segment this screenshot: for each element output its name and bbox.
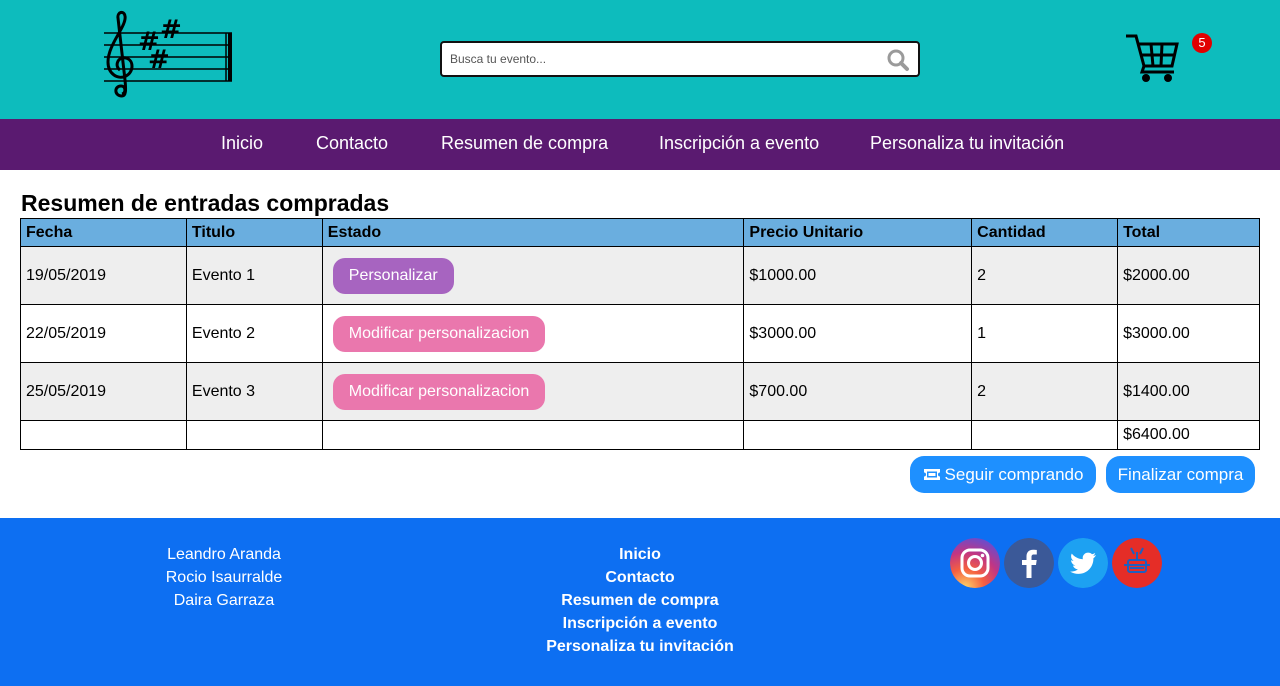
column-header-precio-unitario: Precio Unitario bbox=[743, 218, 973, 247]
empty-cell bbox=[321, 420, 745, 450]
main-nav: Inicio Contacto Resumen de compra Inscri… bbox=[0, 119, 1280, 170]
column-header-cantidad: Cantidad bbox=[971, 218, 1119, 247]
youtube-icon[interactable] bbox=[1112, 538, 1162, 588]
modificar-personalizacion-button[interactable]: Modificar personalizacion bbox=[332, 373, 546, 410]
empty-cell bbox=[971, 420, 1119, 450]
shopping-cart-icon[interactable] bbox=[1124, 32, 1180, 84]
modificar-personalizacion-button[interactable]: Modificar personalizacion bbox=[332, 315, 546, 352]
column-header-titulo: Titulo bbox=[185, 218, 323, 247]
facebook-icon[interactable] bbox=[1004, 538, 1054, 588]
cell-titulo: Evento 3 bbox=[185, 362, 323, 421]
total-row: $6400.00 bbox=[20, 420, 1260, 450]
empty-cell bbox=[743, 420, 973, 450]
finalizar-compra-button[interactable]: Finalizar compra bbox=[1106, 456, 1255, 493]
personalizar-button[interactable]: Personalizar bbox=[332, 257, 454, 294]
author-name: Daira Garraza bbox=[173, 592, 275, 609]
column-header-estado: Estado bbox=[321, 218, 745, 247]
footer-links: Inicio Contacto Resumen de compra Inscri… bbox=[490, 543, 790, 658]
page-title: Resumen de entradas compradas bbox=[21, 190, 390, 216]
cell-total: $1400.00 bbox=[1117, 362, 1260, 421]
footer-link-resumen-de-compra[interactable]: Resumen de compra bbox=[490, 589, 790, 612]
footer-link-inicio[interactable]: Inicio bbox=[490, 543, 790, 566]
ticket-icon bbox=[923, 468, 940, 480]
twitter-icon[interactable] bbox=[1058, 538, 1108, 588]
cell-cantidad: 1 bbox=[971, 304, 1119, 363]
nav-item-resumen-de-compra[interactable]: Resumen de compra bbox=[441, 133, 608, 154]
seguir-comprando-button[interactable]: Seguir comprando bbox=[910, 456, 1096, 493]
nav-item-personaliza-tu-invitacion[interactable]: Personaliza tu invitación bbox=[870, 133, 1064, 154]
cell-precio-unitario: $1000.00 bbox=[743, 246, 973, 305]
table-header-row: Fecha Titulo Estado Precio Unitario Cant… bbox=[20, 218, 1260, 247]
music-staff-logo[interactable]: # # # bbox=[102, 10, 236, 100]
search-icon[interactable] bbox=[886, 48, 910, 72]
cart-count-badge: 5 bbox=[1192, 33, 1212, 53]
table-row: 22/05/2019 Evento 2 Modificar personaliz… bbox=[20, 304, 1260, 363]
table-row: 25/05/2019 Evento 3 Modificar personaliz… bbox=[20, 362, 1260, 421]
cell-fecha: 22/05/2019 bbox=[20, 304, 187, 363]
footer-link-contacto[interactable]: Contacto bbox=[490, 566, 790, 589]
svg-text:#: # bbox=[160, 15, 182, 45]
cell-titulo: Evento 1 bbox=[185, 246, 323, 305]
purchase-summary-table: Fecha Titulo Estado Precio Unitario Cant… bbox=[20, 218, 1260, 450]
cell-titulo: Evento 2 bbox=[185, 304, 323, 363]
empty-cell bbox=[20, 420, 187, 450]
instagram-icon[interactable] bbox=[950, 538, 1000, 588]
grand-total: $6400.00 bbox=[1117, 420, 1260, 450]
search-input[interactable] bbox=[450, 50, 870, 68]
nav-item-inicio[interactable]: Inicio bbox=[221, 133, 263, 154]
table-row: 19/05/2019 Evento 1 Personalizar $1000.0… bbox=[20, 246, 1260, 305]
cell-fecha: 19/05/2019 bbox=[20, 246, 187, 305]
cell-total: $2000.00 bbox=[1117, 246, 1260, 305]
svg-text:#: # bbox=[148, 45, 170, 75]
footer-authors: Leandro Aranda Rocio Isaurralde Daira Ga… bbox=[124, 543, 324, 612]
author-name: Leandro Aranda bbox=[167, 546, 281, 563]
cell-fecha: 25/05/2019 bbox=[20, 362, 187, 421]
cell-cantidad: 2 bbox=[971, 246, 1119, 305]
cell-cantidad: 2 bbox=[971, 362, 1119, 421]
cell-precio-unitario: $700.00 bbox=[743, 362, 973, 421]
author-name: Rocio Isaurralde bbox=[165, 569, 283, 586]
footer-link-personaliza-tu-invitacion[interactable]: Personaliza tu invitación bbox=[490, 635, 790, 658]
seguir-comprando-label: Seguir comprando bbox=[944, 465, 1084, 484]
cell-estado: Modificar personalizacion bbox=[321, 304, 745, 363]
nav-item-inscripcion-a-evento[interactable]: Inscripción a evento bbox=[659, 133, 819, 154]
header: # # # 5 bbox=[0, 0, 1280, 119]
footer-link-inscripcion-a-evento[interactable]: Inscripción a evento bbox=[490, 612, 790, 635]
column-header-total: Total bbox=[1117, 218, 1260, 247]
search-box[interactable] bbox=[440, 41, 920, 77]
cell-estado: Personalizar bbox=[321, 246, 745, 305]
column-header-fecha: Fecha bbox=[20, 218, 187, 247]
cell-total: $3000.00 bbox=[1117, 304, 1260, 363]
nav-item-contacto[interactable]: Contacto bbox=[316, 133, 388, 154]
cell-precio-unitario: $3000.00 bbox=[743, 304, 973, 363]
cell-estado: Modificar personalizacion bbox=[321, 362, 745, 421]
empty-cell bbox=[185, 420, 323, 450]
